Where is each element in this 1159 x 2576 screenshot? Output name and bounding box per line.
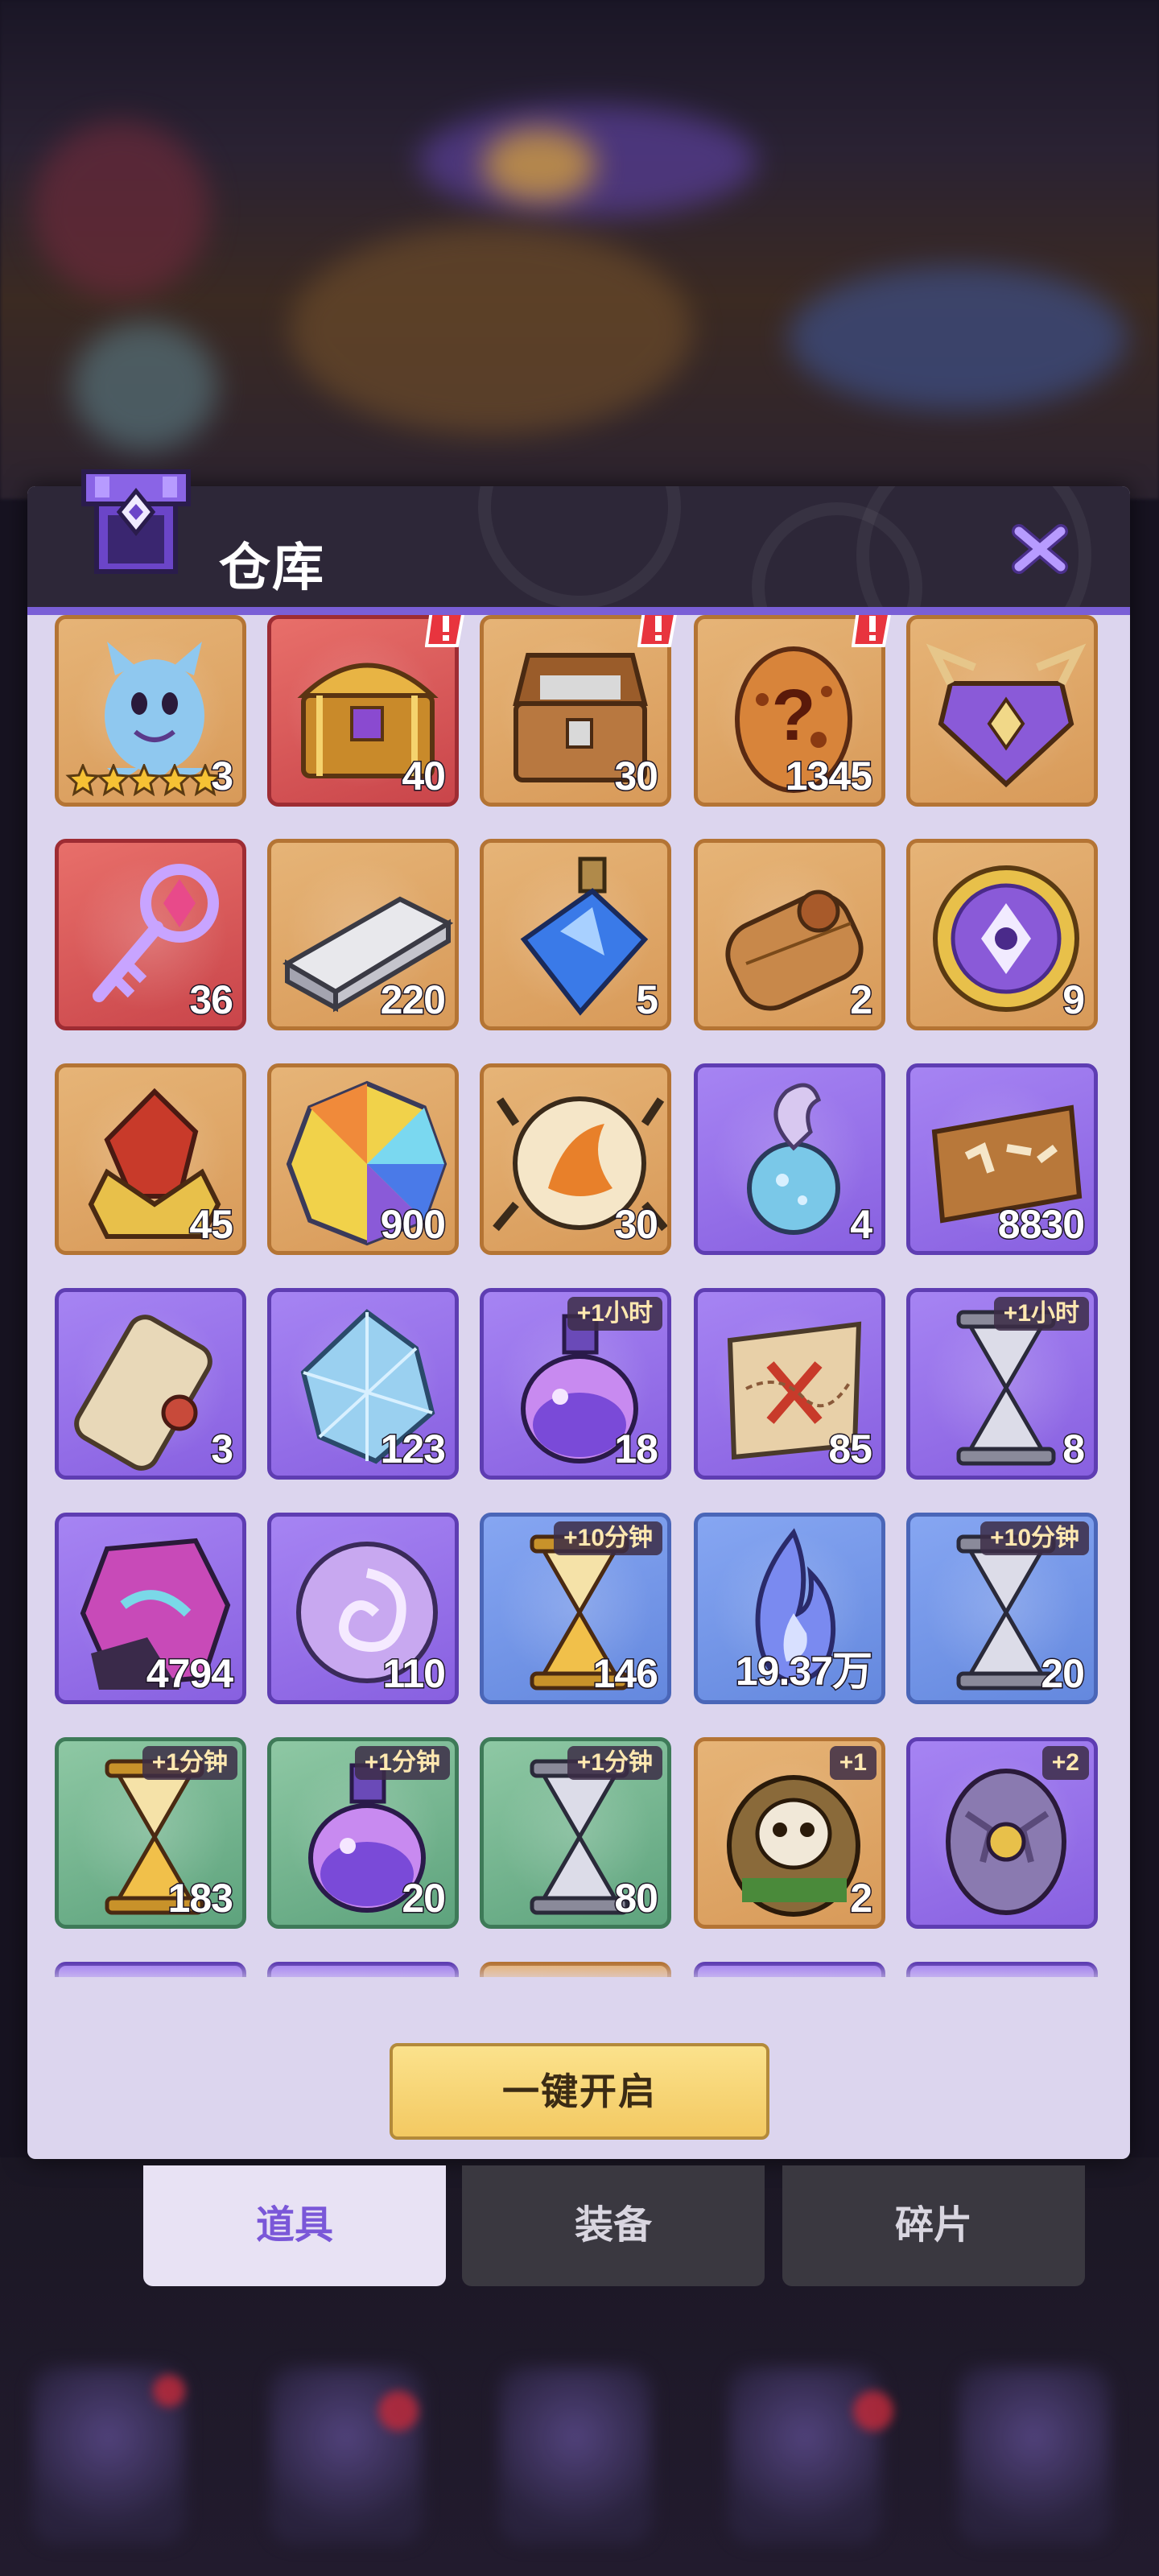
item-slot[interactable]: +1小时 18 <box>480 1288 671 1480</box>
item-slot[interactable] <box>906 615 1098 807</box>
item-slot[interactable]: +1分钟 20 <box>267 1737 459 1929</box>
item-slot[interactable]: 2 <box>694 839 885 1030</box>
tab-items[interactable]: 道具 <box>143 2165 446 2286</box>
item-slot[interactable]: 19.37万 <box>694 1513 885 1704</box>
item-slot[interactable]: 30 <box>480 1063 671 1255</box>
star-rating-icon <box>65 764 223 796</box>
item-slot[interactable]: 45 <box>55 1063 246 1255</box>
item-count: 80 <box>613 1875 660 1922</box>
item-slot[interactable]: 36 <box>55 839 246 1030</box>
bonus-tag: +1小时 <box>567 1297 662 1331</box>
item-slot[interactable]: 3 <box>55 615 246 807</box>
alert-icon <box>851 615 893 649</box>
item-count: 3 <box>210 1426 235 1473</box>
item-count: 900 <box>379 1201 447 1249</box>
item-count: 5 <box>635 976 660 1024</box>
item-count: 30 <box>613 1201 660 1249</box>
item-count: 8830 <box>996 1201 1086 1249</box>
item-count: 8 <box>1062 1426 1087 1473</box>
item-count: 4794 <box>145 1650 234 1698</box>
item-count: 4 <box>849 1201 874 1249</box>
item-count: 183 <box>167 1875 234 1922</box>
item-count: 20 <box>401 1875 448 1922</box>
item-count: 2 <box>849 976 874 1024</box>
item-count: 19.37万 <box>734 1648 873 1695</box>
item-slot[interactable]: 5 <box>480 839 671 1030</box>
item-count: 123 <box>379 1426 447 1473</box>
item-slot[interactable]: +1 2 <box>694 1737 885 1929</box>
item-slot[interactable]: 9 <box>906 839 1098 1030</box>
item-slot[interactable]: 3 <box>55 1288 246 1480</box>
item-slot[interactable]: +1分钟 183 <box>55 1737 246 1929</box>
alert-icon <box>424 615 467 649</box>
item-slot[interactable]: 900 <box>267 1063 459 1255</box>
item-count: 85 <box>827 1426 874 1473</box>
item-slot[interactable]: +10分钟 20 <box>906 1513 1098 1704</box>
bonus-tag: +1分钟 <box>567 1746 662 1780</box>
purple-chest-icon <box>926 643 1087 788</box>
item-slot[interactable]: 123 <box>267 1288 459 1480</box>
item-slot[interactable]: +2 <box>906 1737 1098 1929</box>
item-slot[interactable]: +1小时 8 <box>906 1288 1098 1480</box>
item-count: 110 <box>382 1650 448 1698</box>
close-icon <box>1012 524 1068 574</box>
item-slot[interactable]: 85 <box>694 1288 885 1480</box>
item-count: 30 <box>613 753 660 800</box>
item-count: 3 <box>210 753 235 800</box>
item-count: 40 <box>401 753 448 800</box>
item-count: 36 <box>188 976 235 1024</box>
item-count: 9 <box>1062 976 1087 1024</box>
bonus-tag: +10分钟 <box>980 1521 1089 1555</box>
bonus-tag: +1 <box>829 1746 876 1780</box>
bonus-tag: +1小时 <box>993 1297 1089 1331</box>
item-count: 220 <box>379 976 447 1024</box>
close-button[interactable] <box>1008 517 1072 581</box>
item-count: 20 <box>1040 1650 1087 1698</box>
item-slot[interactable]: +10分钟 146 <box>480 1513 671 1704</box>
item-slot[interactable]: 4794 <box>55 1513 246 1704</box>
item-count: 45 <box>188 1201 235 1249</box>
item-slot[interactable]: +1分钟 80 <box>480 1737 671 1929</box>
alert-icon <box>637 615 679 649</box>
open-all-button[interactable]: 一键开启 <box>390 2043 769 2140</box>
item-grid[interactable]: 3 40 30? 1345 36 220 5 2 9 45 900 30 4 8830 3 123 +1小时 18… <box>27 615 1130 1977</box>
tab-fragments[interactable]: 碎片 <box>782 2165 1085 2286</box>
item-slot[interactable]: 220 <box>267 839 459 1030</box>
item-slot[interactable]: 8830 <box>906 1063 1098 1255</box>
tab-equipment[interactable]: 装备 <box>462 2165 765 2286</box>
bonus-tag: +2 <box>1041 1746 1089 1780</box>
item-count: 2 <box>849 1875 874 1922</box>
item-count: 18 <box>613 1426 660 1473</box>
item-count: 1345 <box>784 753 873 800</box>
item-slot[interactable]: 110 <box>267 1513 459 1704</box>
item-slot[interactable]: 4 <box>694 1063 885 1255</box>
bonus-tag: +1分钟 <box>354 1746 450 1780</box>
item-count: 146 <box>592 1650 659 1698</box>
bonus-tag: +1分钟 <box>142 1746 237 1780</box>
svg-text:?: ? <box>772 675 816 756</box>
panel-title: 仓库 <box>219 539 325 597</box>
warehouse-chest-icon <box>76 465 196 578</box>
warehouse-panel: 仓库 3 40 30? 1345 36 220 5 2 9 45 900 30 4 8830 3 123 +1小… <box>27 486 1130 2159</box>
bonus-tag: +10分钟 <box>554 1521 662 1555</box>
